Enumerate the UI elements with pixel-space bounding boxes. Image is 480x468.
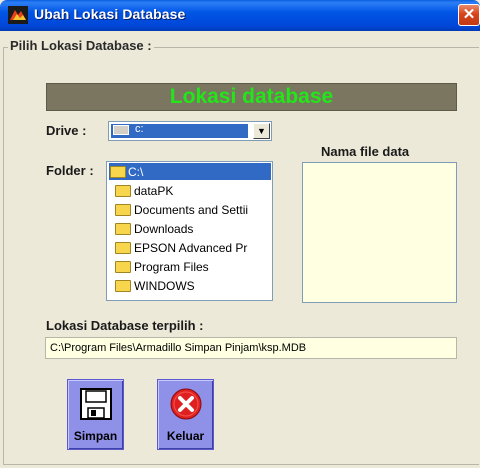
folder-icon	[115, 223, 131, 235]
drive-icon	[113, 125, 129, 135]
drive-label: Drive :	[46, 123, 87, 138]
save-button[interactable]: Simpan	[67, 379, 124, 450]
folder-icon	[115, 185, 131, 197]
chevron-down-icon: ▼	[257, 126, 266, 136]
folder-item-label: Documents and Settii	[134, 203, 249, 217]
drive-select[interactable]: c: ▼	[108, 121, 272, 141]
drive-value: c:	[135, 123, 144, 135]
red-x-circle-icon	[170, 388, 202, 420]
selected-path-label: Lokasi Database terpilih :	[46, 318, 204, 333]
banner: Lokasi database	[46, 83, 457, 111]
banner-text: Lokasi database	[169, 85, 334, 108]
folder-item[interactable]: dataPK	[107, 181, 272, 200]
folder-item[interactable]: Documents and Settii	[107, 200, 272, 219]
folder-item[interactable]: Program Files	[107, 257, 272, 276]
file-list[interactable]	[302, 162, 457, 303]
folder-item[interactable]: EPSON Advanced Pr	[107, 238, 272, 257]
folder-item-label: Downloads	[134, 222, 194, 236]
folder-item-label: WINDOWS	[134, 279, 195, 293]
folder-item-label: dataPK	[134, 184, 174, 198]
exit-button-label: Keluar	[166, 429, 205, 443]
folder-icon	[115, 280, 131, 292]
folder-icon	[115, 261, 131, 273]
save-button-label: Simpan	[73, 429, 118, 443]
exit-button[interactable]: Keluar	[157, 379, 214, 450]
folder-icon	[115, 242, 131, 254]
folder-list[interactable]: C:\ dataPK Documents and Settii Download…	[106, 161, 273, 301]
folder-item-label: EPSON Advanced Pr	[134, 241, 248, 255]
folder-item-root[interactable]: C:\	[107, 162, 272, 181]
file-list-label: Nama file data	[321, 144, 410, 159]
drive-dropdown-button[interactable]: ▼	[253, 123, 270, 139]
close-button[interactable]: ✕	[458, 4, 480, 26]
window-title: Ubah Lokasi Database	[34, 6, 186, 22]
folder-item-label: C:\	[128, 165, 144, 179]
folder-item[interactable]: Downloads	[107, 219, 272, 238]
app-icon	[8, 6, 28, 24]
drive-selection-highlight	[111, 124, 248, 138]
folder-item-label: Program Files	[134, 260, 209, 274]
selected-path-field[interactable]: C:\Program Files\Armadillo Simpan Pinjam…	[45, 337, 457, 359]
folder-label: Folder :	[46, 163, 94, 178]
folder-item[interactable]: WINDOWS	[107, 276, 272, 295]
selected-path-value: C:\Program Files\Armadillo Simpan Pinjam…	[50, 342, 307, 354]
folder-open-icon	[110, 166, 126, 178]
floppy-disk-icon	[80, 388, 112, 420]
group-legend: Pilih Lokasi Database :	[8, 38, 154, 53]
folder-icon	[115, 204, 131, 216]
title-bar[interactable]: Ubah Lokasi Database ✕	[0, 0, 480, 31]
close-icon: ✕	[462, 6, 476, 23]
